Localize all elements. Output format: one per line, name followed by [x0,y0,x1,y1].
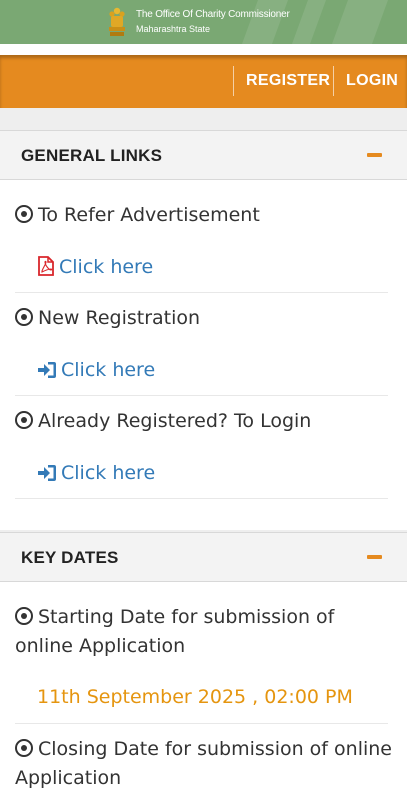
banner-decoration [291,0,327,44]
item-divider [15,498,388,499]
list-item-title: To Refer Advertisement [15,201,395,230]
key-date-title: Closing Date for submission of online Ap… [15,735,395,793]
nav-separator [333,66,334,96]
link-label[interactable]: Click here [61,462,155,484]
collapse-icon[interactable] [367,555,382,559]
item-divider [15,292,388,293]
start-date-value: 11th September 2025 , 02:00 PM [37,686,353,708]
key-date-title: Starting Date for submission of online A… [15,603,395,661]
dot-circle-icon [15,607,33,625]
pdf-icon [38,256,54,276]
register-link[interactable]: REGISTER [246,72,330,90]
login-link[interactable]: LOGIN [346,72,398,90]
list-item-title: New Registration [15,304,395,333]
general-links-header[interactable]: GENERAL LINKS [0,130,407,180]
link-label[interactable]: Click here [59,256,153,278]
key-dates-header[interactable]: KEY DATES [0,532,407,582]
panel-title: GENERAL LINKS [21,146,163,165]
site-header-banner: The Office Of Charity Commissioner Mahar… [0,0,407,44]
key-dates-panel: KEY DATES Starting Date for submission o… [0,532,407,800]
sign-in-icon [38,362,56,378]
dot-circle-icon [15,308,33,326]
link-label[interactable]: Click here [61,359,155,381]
item-divider [15,395,388,396]
banner-title: The Office Of Charity Commissioner [136,9,290,20]
general-links-panel: GENERAL LINKS To Refer Advertisement Cli… [0,130,407,530]
banner-subtitle: Maharashtra State [136,24,211,34]
item-title-text: Starting Date for submission of online A… [15,606,335,657]
header-spacer [0,44,407,55]
item-title-text: Closing Date for submission of online Ap… [15,738,392,789]
login-click-here-link[interactable]: Click here [37,460,155,486]
top-navbar: REGISTER LOGIN [0,55,407,108]
item-divider [15,723,388,724]
dot-circle-icon [15,739,33,757]
new-registration-click-here-link[interactable]: Click here [37,357,155,383]
banner-decoration [241,0,289,44]
banner-decoration [331,0,389,44]
dot-circle-icon [15,205,33,223]
item-title-text: Already Registered? To Login [38,410,312,432]
sign-in-icon [38,465,56,481]
collapse-icon[interactable] [367,153,382,157]
section-spacer [0,108,407,130]
item-title-text: New Registration [38,307,201,329]
dot-circle-icon [15,411,33,429]
item-title-text: To Refer Advertisement [38,204,260,226]
list-item-title: Already Registered? To Login [15,407,395,436]
panel-title: KEY DATES [21,548,119,567]
advertisement-click-here-link[interactable]: Click here [37,254,153,280]
nav-separator [233,66,234,96]
state-emblem-icon[interactable] [106,6,128,38]
